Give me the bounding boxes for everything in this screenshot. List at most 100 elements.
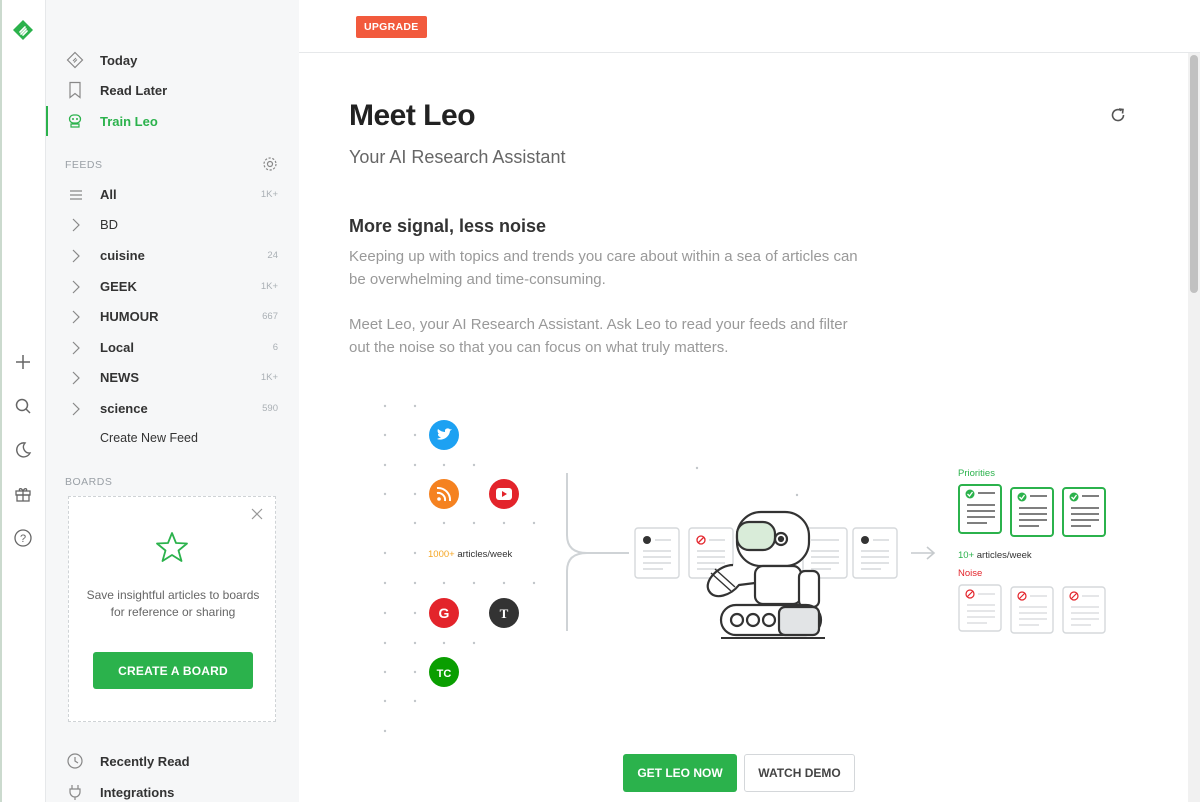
feed-row-local[interactable]: Local 6 — [46, 334, 299, 362]
gear-icon[interactable] — [261, 155, 279, 173]
svg-text:?: ? — [20, 533, 26, 545]
watch-demo-button[interactable]: WATCH DEMO — [744, 754, 855, 792]
top-bar: UPGRADE — [299, 0, 1200, 53]
create-new-feed-link[interactable]: Create New Feed — [100, 431, 198, 445]
twitter-icon — [429, 420, 459, 450]
nav-label: Train Leo — [100, 113, 158, 129]
feed-row-cuisine[interactable]: cuisine 24 — [46, 242, 299, 270]
star-icon — [154, 529, 190, 565]
feeds-section-label: FEEDS — [65, 159, 103, 171]
output-volume-label: 10+ articles/week — [958, 550, 1032, 561]
noise-label: Noise — [958, 568, 982, 579]
nav-label: Read Later — [100, 82, 168, 98]
feed-count: 1K+ — [260, 372, 278, 383]
page-title: Meet Leo — [349, 99, 476, 132]
noise-card — [958, 584, 1002, 632]
chevron-right-icon[interactable] — [68, 340, 84, 356]
close-icon[interactable] — [249, 506, 265, 522]
plug-icon — [66, 783, 84, 801]
chevron-right-icon[interactable] — [68, 309, 84, 325]
feed-label: GEEK — [100, 279, 137, 294]
leo-robot-icon — [66, 112, 84, 130]
scrollbar-thumb[interactable] — [1190, 55, 1198, 293]
today-icon — [66, 51, 84, 69]
nav-label: Integrations — [100, 784, 175, 800]
nytimes-icon: T — [489, 598, 519, 628]
chevron-right-icon[interactable] — [68, 217, 84, 233]
feedly-logo-icon[interactable] — [11, 18, 35, 42]
svg-text:T: T — [500, 606, 509, 621]
feed-label: science — [100, 401, 148, 416]
feed-label: All — [100, 187, 117, 202]
feed-row-bd[interactable]: BD — [46, 211, 299, 239]
clock-icon — [66, 752, 84, 770]
input-volume-label: 1000+ articles/week — [428, 549, 512, 560]
rail-edge — [0, 0, 2, 802]
feed-count: 667 — [262, 311, 278, 322]
feed-row-geek[interactable]: GEEK 1K+ — [46, 273, 299, 301]
refresh-icon[interactable] — [1109, 106, 1127, 124]
search-icon[interactable] — [12, 395, 34, 417]
feed-count: 590 — [262, 403, 278, 414]
feed-row-news[interactable]: NEWS 1K+ — [46, 364, 299, 392]
noise-card — [1062, 586, 1106, 634]
feed-count: 1K+ — [260, 281, 278, 292]
rss-icon — [429, 479, 459, 509]
techcrunch-icon: TC — [429, 657, 459, 687]
article-card — [852, 527, 898, 579]
boards-section-label: BOARDS — [65, 476, 113, 488]
priorities-label: Priorities — [958, 468, 995, 479]
nav-label: Recently Read — [100, 753, 190, 769]
feed-label: BD — [100, 217, 119, 232]
moon-icon[interactable] — [12, 439, 34, 461]
board-empty-text: Save insightful articles to boards for r… — [86, 588, 260, 619]
feed-count: 6 — [272, 342, 278, 353]
article-card — [634, 527, 680, 579]
priority-card — [958, 484, 1002, 534]
feed-label: HUMOUR — [100, 309, 159, 324]
icon-rail: ? — [0, 0, 46, 802]
priority-card — [1010, 487, 1054, 537]
get-leo-now-button[interactable]: GET LEO NOW — [623, 754, 737, 792]
nav-read-later[interactable]: Read Later — [46, 76, 299, 104]
feed-row-science[interactable]: science 590 — [46, 395, 299, 423]
nav-train-leo[interactable]: Train Leo — [46, 107, 299, 135]
leo-illustration: G T TC 1000+ articles/week Priorities 10… — [383, 404, 1106, 733]
page-subtitle: Your AI Research Assistant — [349, 147, 566, 167]
youtube-icon — [489, 479, 519, 509]
nav-today[interactable]: Today — [46, 46, 299, 74]
leo-paragraph: Meet Leo, your AI Research Assistant. As… — [349, 316, 848, 356]
nav-integrations[interactable]: Integrations — [46, 778, 299, 802]
gift-icon[interactable] — [12, 483, 34, 505]
feed-label: Local — [100, 340, 134, 355]
feed-label: cuisine — [100, 248, 145, 263]
chevron-right-icon[interactable] — [68, 370, 84, 386]
chevron-right-icon[interactable] — [68, 248, 84, 264]
google-icon: G — [429, 598, 459, 628]
feed-count: 1K+ — [260, 189, 278, 200]
nav-recently-read[interactable]: Recently Read — [46, 747, 299, 775]
sidebar: Today Read Later Train Leo FEEDS All 1K+… — [46, 0, 299, 802]
bookmark-icon — [66, 81, 84, 99]
help-icon[interactable]: ? — [12, 527, 34, 549]
boards-empty-card: Save insightful articles to boards for r… — [68, 496, 276, 722]
list-icon — [68, 187, 84, 203]
main-content: UPGRADE Meet Leo Your AI Research Assist… — [299, 0, 1200, 802]
svg-text:G: G — [439, 605, 450, 621]
plus-icon[interactable] — [12, 351, 34, 373]
feed-row-humour[interactable]: HUMOUR 667 — [46, 303, 299, 331]
noise-card — [1010, 586, 1054, 634]
svg-text:TC: TC — [437, 668, 452, 680]
feed-count: 24 — [267, 250, 278, 261]
nav-label: Today — [100, 52, 138, 68]
create-board-button[interactable]: CREATE A BOARD — [93, 652, 253, 689]
feed-label: NEWS — [100, 370, 139, 385]
chevron-right-icon[interactable] — [68, 401, 84, 417]
feed-row-all[interactable]: All 1K+ — [46, 181, 299, 209]
chevron-right-icon[interactable] — [68, 279, 84, 295]
upgrade-button[interactable]: UPGRADE — [356, 16, 427, 38]
section-title: More signal, less noise — [349, 216, 547, 236]
scrollbar[interactable] — [1188, 53, 1200, 802]
priority-card — [1062, 487, 1106, 537]
intro-paragraph: Keeping up with topics and trends you ca… — [349, 248, 858, 288]
